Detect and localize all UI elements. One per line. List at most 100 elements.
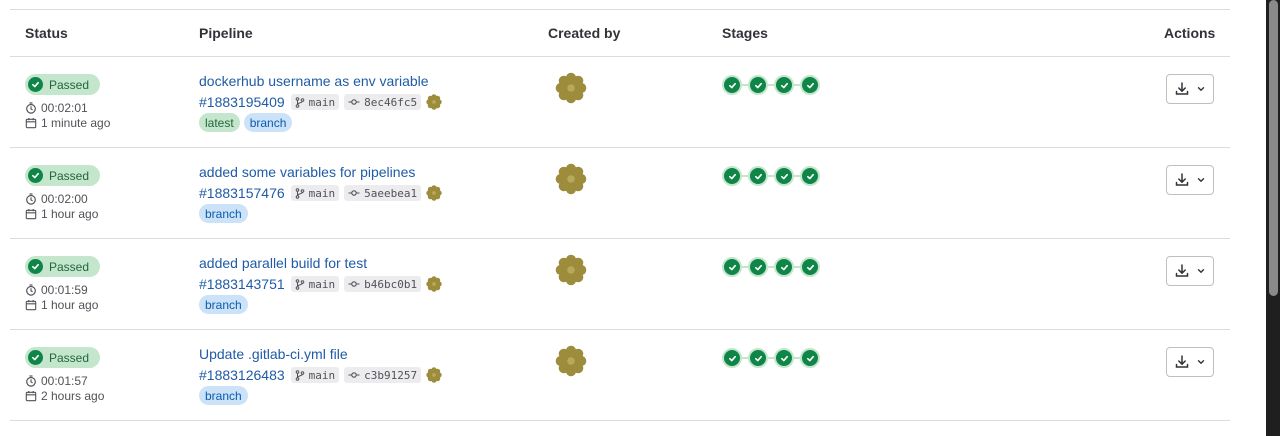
table-row: Passed 00:01:59 1 hour ago added paralle… [10, 239, 1230, 330]
pipeline-id-line: #1883143751 main b46bc0b1 [199, 275, 442, 293]
stage-passed-icon[interactable] [800, 166, 820, 186]
commit-icon [348, 188, 360, 198]
download-icon [1174, 263, 1190, 279]
status-label: Passed [49, 77, 90, 92]
check-circle-icon [28, 168, 43, 183]
commit-author-avatar[interactable] [426, 367, 442, 383]
stage-passed-icon[interactable] [774, 166, 794, 186]
pipeline-tags: latest branch [199, 113, 296, 132]
commit-sha: 8ec46fc5 [364, 95, 418, 109]
stage-passed-icon[interactable] [748, 257, 768, 277]
branch-chip[interactable]: main [290, 94, 340, 110]
stage-passed-icon[interactable] [748, 348, 768, 368]
created-value: 1 hour ago [41, 298, 99, 312]
tag-branch[interactable]: branch [199, 204, 248, 223]
pipeline-id-link[interactable]: #1883195409 [199, 94, 285, 110]
header-stages: Stages [722, 25, 768, 41]
branch-name: main [308, 368, 336, 382]
status-badge[interactable]: Passed [25, 165, 100, 186]
tag-branch[interactable]: branch [199, 386, 248, 405]
status-badge[interactable]: Passed [25, 256, 100, 277]
stage-passed-icon[interactable] [800, 75, 820, 95]
tag-branch[interactable]: branch [243, 113, 293, 132]
calendar-icon [25, 117, 37, 129]
branch-chip[interactable]: main [290, 276, 340, 292]
download-artifacts-button[interactable] [1166, 256, 1214, 286]
scrollbar-thumb[interactable] [1269, 0, 1278, 296]
calendar-icon [25, 208, 37, 220]
pipeline-title-link[interactable]: added some variables for pipelines [199, 164, 415, 180]
commit-chip[interactable]: 8ec46fc5 [344, 94, 422, 110]
duration-value: 00:02:00 [41, 192, 88, 206]
pipeline-title-link[interactable]: dockerhub username as env variable [199, 73, 429, 89]
table-header: Status Pipeline Created by Stages Action… [10, 10, 1230, 57]
tag-latest[interactable]: latest [199, 113, 240, 132]
pipeline-stages [722, 348, 820, 368]
stage-passed-icon[interactable] [800, 348, 820, 368]
created-value: 1 hour ago [41, 207, 99, 221]
stopwatch-icon [25, 284, 37, 296]
creator-avatar[interactable] [555, 72, 587, 104]
branch-chip[interactable]: main [290, 185, 340, 201]
duration-value: 00:01:57 [41, 374, 88, 388]
stage-passed-icon[interactable] [722, 348, 742, 368]
stage-passed-icon[interactable] [722, 166, 742, 186]
stage-passed-icon[interactable] [774, 257, 794, 277]
download-artifacts-button[interactable] [1166, 165, 1214, 195]
creator-avatar[interactable] [555, 254, 587, 286]
stage-passed-icon[interactable] [774, 75, 794, 95]
header-actions: Actions [1164, 25, 1216, 41]
branch-icon [295, 278, 305, 290]
pipeline-title-link[interactable]: Update .gitlab-ci.yml file [199, 346, 348, 362]
pipeline-id-link[interactable]: #1883126483 [199, 367, 285, 383]
stage-passed-icon[interactable] [748, 75, 768, 95]
stage-passed-icon[interactable] [748, 166, 768, 186]
stage-passed-icon[interactable] [722, 257, 742, 277]
pipeline-id-link[interactable]: #1883157476 [199, 185, 285, 201]
commit-icon [348, 97, 360, 107]
branch-name: main [308, 95, 336, 109]
commit-author-avatar[interactable] [426, 94, 442, 110]
download-artifacts-button[interactable] [1166, 74, 1214, 104]
chevron-down-icon [1196, 266, 1206, 276]
branch-chip[interactable]: main [290, 367, 340, 383]
pipeline-title-link[interactable]: added parallel build for test [199, 255, 367, 271]
commit-chip[interactable]: c3b91257 [344, 367, 422, 383]
duration-value: 00:02:01 [41, 101, 88, 115]
created-time: 1 minute ago [25, 116, 110, 130]
table-row: Passed 00:02:01 1 minute ago dockerhub u… [10, 57, 1230, 148]
creator-avatar[interactable] [555, 163, 587, 195]
status-badge[interactable]: Passed [25, 347, 100, 368]
stopwatch-icon [25, 193, 37, 205]
status-label: Passed [49, 259, 90, 274]
stage-passed-icon[interactable] [774, 348, 794, 368]
pipeline-stages [722, 75, 820, 95]
download-icon [1174, 172, 1190, 188]
pipeline-id-line: #1883195409 main 8ec46fc5 [199, 93, 442, 111]
pipeline-id-link[interactable]: #1883143751 [199, 276, 285, 292]
commit-chip[interactable]: 5aeebea1 [344, 185, 422, 201]
duration-value: 00:01:59 [41, 283, 88, 297]
branch-name: main [308, 186, 336, 200]
stage-passed-icon[interactable] [722, 75, 742, 95]
stage-passed-icon[interactable] [800, 257, 820, 277]
duration: 00:01:59 [25, 283, 88, 297]
status-badge[interactable]: Passed [25, 74, 100, 95]
creator-avatar[interactable] [555, 345, 587, 377]
created-value: 2 hours ago [41, 389, 105, 403]
created-time: 2 hours ago [25, 389, 104, 403]
pipeline-id-line: #1883157476 main 5aeebea1 [199, 184, 442, 202]
tag-branch[interactable]: branch [199, 295, 248, 314]
branch-icon [295, 369, 305, 381]
download-artifacts-button[interactable] [1166, 347, 1214, 377]
pipeline-id-line: #1883126483 main c3b91257 [199, 366, 442, 384]
stopwatch-icon [25, 375, 37, 387]
commit-sha: c3b91257 [364, 368, 418, 382]
commit-author-avatar[interactable] [426, 185, 442, 201]
commit-icon [348, 370, 360, 380]
commit-author-avatar[interactable] [426, 276, 442, 292]
status-label: Passed [49, 168, 90, 183]
table-row: Passed 00:01:57 2 hours ago Update .gitl… [10, 330, 1230, 421]
commit-chip[interactable]: b46bc0b1 [344, 276, 422, 292]
header-status: Status [25, 25, 68, 41]
